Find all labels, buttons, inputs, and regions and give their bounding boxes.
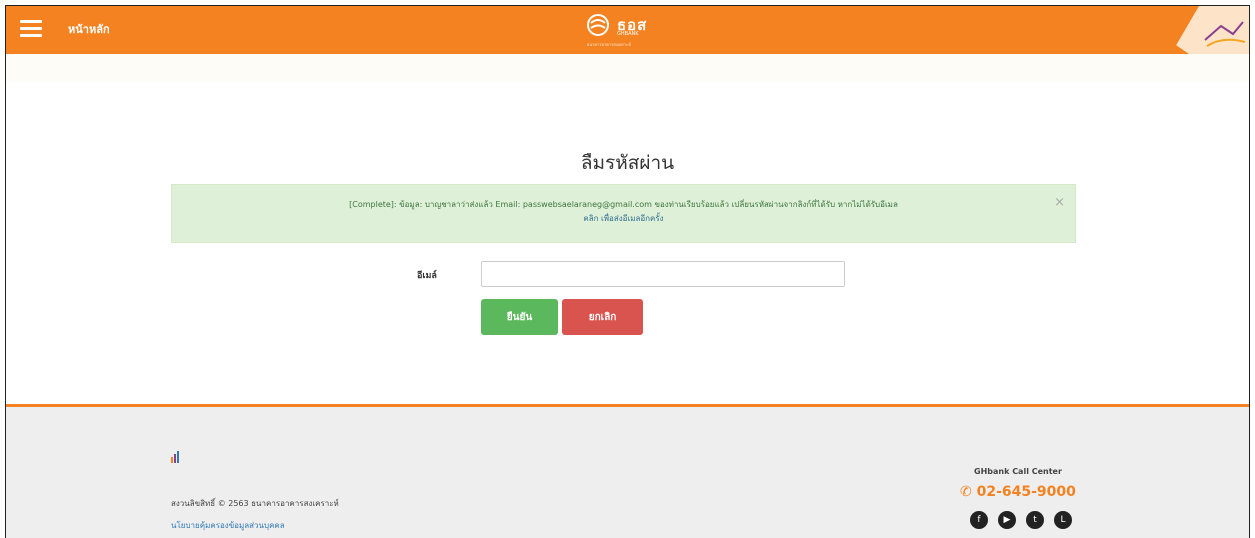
brand-sub: GHBANK: [617, 31, 639, 37]
call-center-phone[interactable]: ✆ 02-645-9000: [960, 484, 1076, 500]
alert-message: [Complete]: ข้อมูล: บาญชาลาว่าส่งแล้ว Em…: [349, 200, 898, 209]
home-link[interactable]: หน้าหลัก: [68, 20, 110, 38]
success-alert: [Complete]: ข้อมูล: บาญชาลาว่าส่งแล้ว Em…: [171, 184, 1076, 243]
phone-number: 02-645-9000: [976, 484, 1076, 500]
copyright-text: สงวนลิขสิทธิ์ © 2563 ธนาคารอาคารสงเคราะห…: [171, 499, 339, 508]
page-title: ลืมรหัสผ่าน: [580, 152, 675, 174]
browser-viewport: หน้าหลัก ธอส GHBANK ธนาคารอาคารสงเคราะห์…: [5, 5, 1250, 538]
privacy-policy-link[interactable]: นโยบายคุ้มครองข้อมูลส่วนบุคคล: [171, 519, 285, 532]
brand-tagline: ธนาคารอาคารสงเคราะห์: [587, 42, 631, 47]
email-field[interactable]: [481, 261, 845, 287]
confirm-button[interactable]: ยืนยัน: [481, 299, 558, 335]
twitter-icon[interactable]: t: [1026, 511, 1044, 529]
brand-logo[interactable]: ธอส GHBANK ธนาคารอาคารสงเคราะห์: [583, 11, 683, 49]
phone-icon: ✆: [960, 484, 977, 500]
top-navbar: หน้าหลัก ธอส GHBANK ธนาคารอาคารสงเคราะห์: [6, 6, 1249, 54]
facebook-icon[interactable]: f: [970, 511, 988, 529]
bar-chart-icon: [171, 451, 179, 463]
alert-resend-link[interactable]: คลิก เพื่อส่งอีเมลอีกครั้ง: [172, 212, 1075, 226]
email-label: อีเมล์: [417, 271, 437, 281]
sub-header-strip: [6, 54, 1249, 82]
youtube-icon[interactable]: ▶: [998, 511, 1016, 529]
social-links: f ▶ t L: [970, 511, 1080, 531]
cancel-button[interactable]: ยกเลิก: [562, 299, 643, 335]
footer: สงวนลิขสิทธิ์ © 2563 ธนาคารอาคารสงเคราะห…: [6, 407, 1249, 538]
house-ribbon-icon: [1119, 6, 1249, 54]
ghbank-logo-icon: [587, 14, 609, 36]
call-center-title: GHbank Call Center: [974, 467, 1062, 476]
line-icon[interactable]: L: [1054, 511, 1072, 529]
hamburger-icon[interactable]: [20, 20, 42, 38]
close-icon[interactable]: ×: [1054, 196, 1065, 210]
